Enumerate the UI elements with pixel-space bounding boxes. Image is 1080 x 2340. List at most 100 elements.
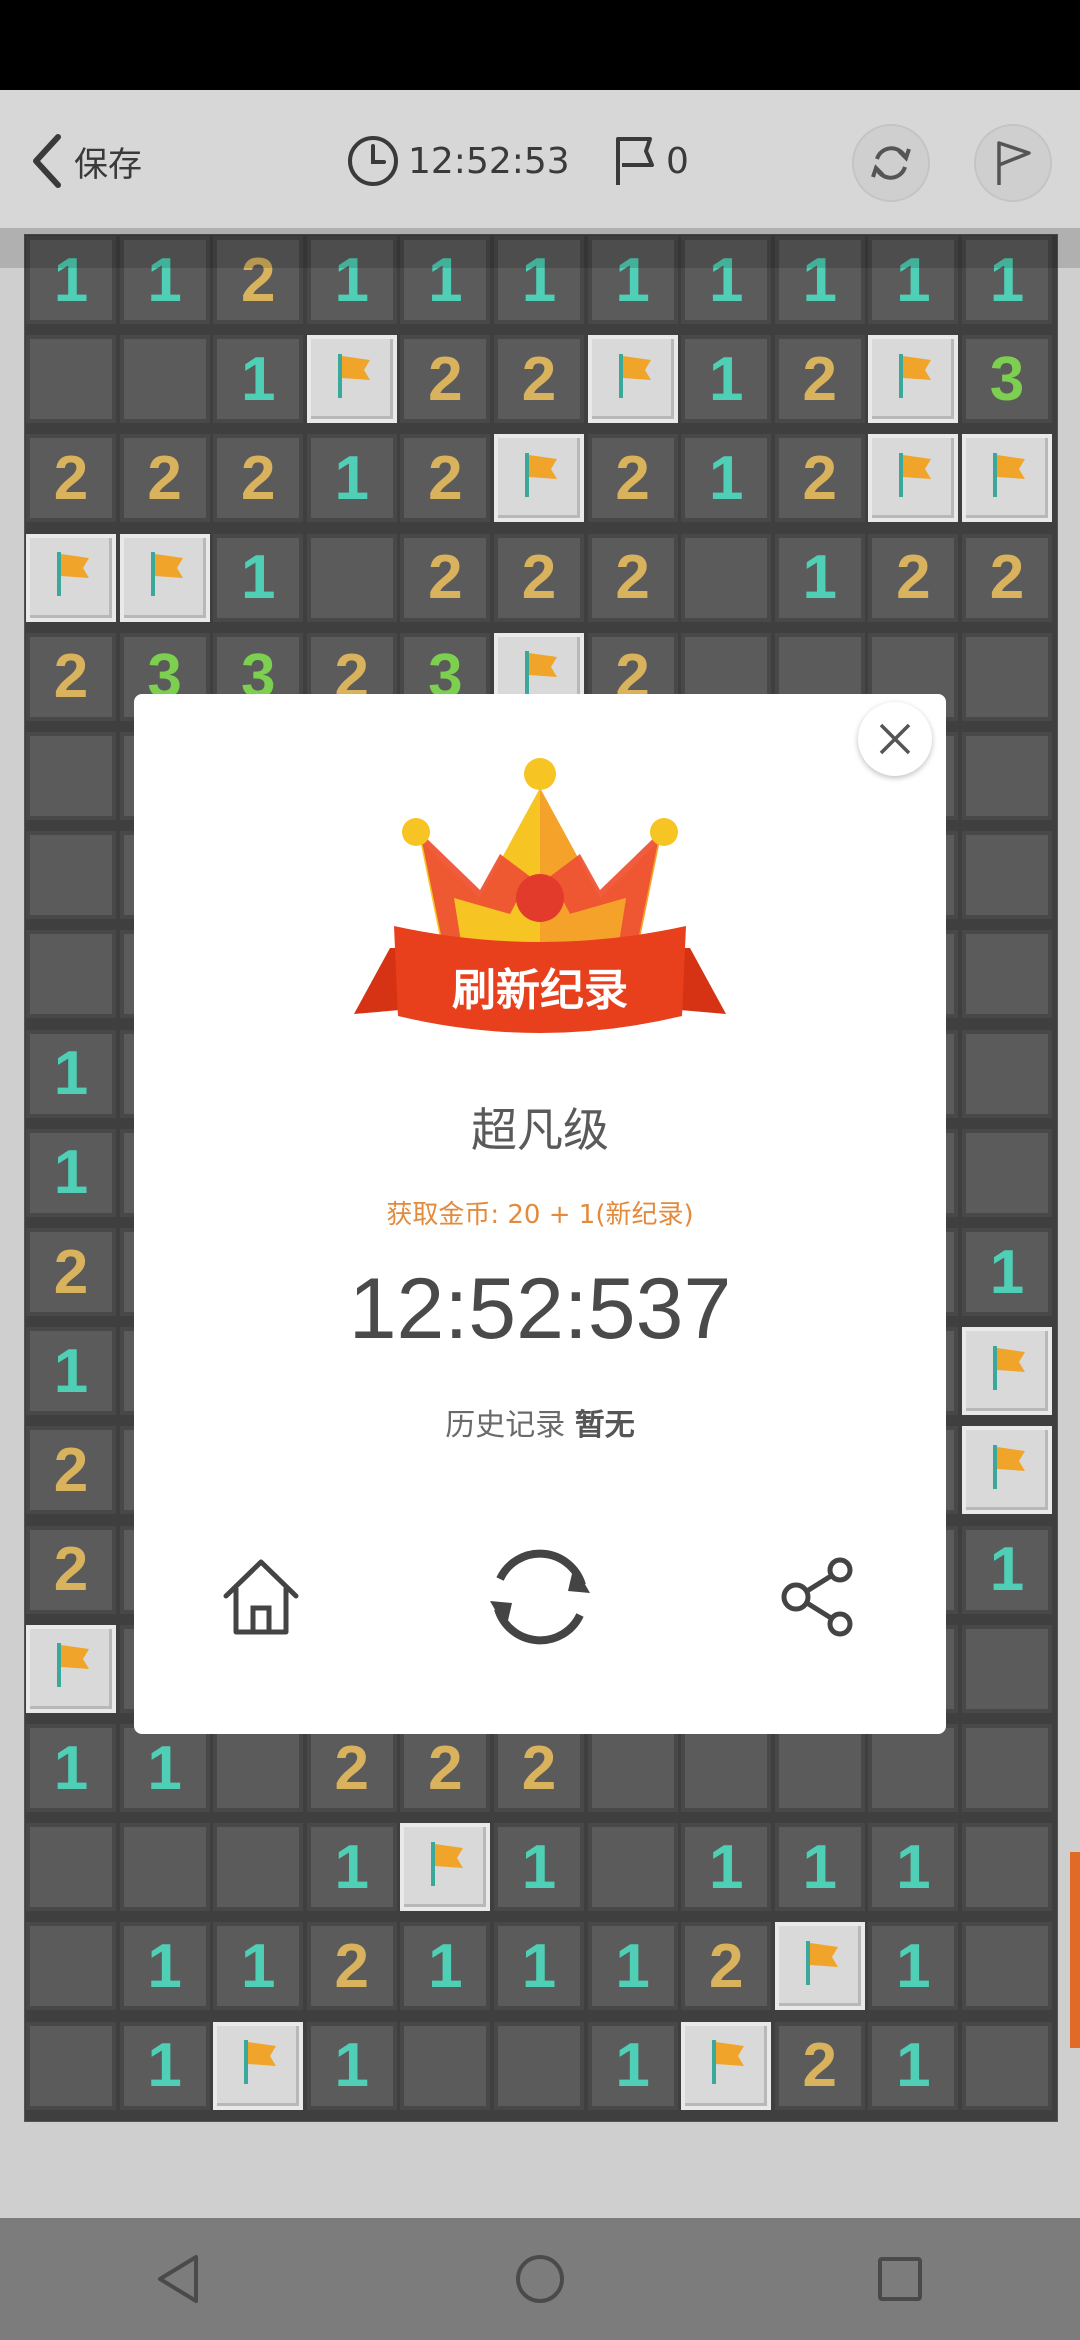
empty-cell[interactable] <box>962 732 1052 820</box>
flag-mode-button[interactable] <box>974 124 1052 202</box>
empty-cell[interactable] <box>962 2021 1052 2110</box>
number-cell[interactable]: 1 <box>306 434 397 523</box>
number-cell[interactable]: 2 <box>26 1228 116 1316</box>
number-cell[interactable]: 1 <box>962 1525 1052 1614</box>
empty-cell[interactable] <box>26 1922 116 2011</box>
flagged-cell[interactable] <box>962 1327 1052 1416</box>
home-button[interactable] <box>196 1532 326 1662</box>
number-cell[interactable]: 1 <box>587 1922 678 2011</box>
number-cell[interactable]: 2 <box>26 1426 116 1515</box>
share-button[interactable] <box>754 1532 884 1662</box>
empty-cell[interactable] <box>26 1823 116 1912</box>
empty-cell[interactable] <box>962 1128 1052 1217</box>
number-cell[interactable]: 1 <box>868 1922 959 2011</box>
empty-cell[interactable] <box>26 335 116 424</box>
number-cell[interactable]: 1 <box>213 533 304 622</box>
empty-cell[interactable] <box>962 632 1052 721</box>
empty-cell[interactable] <box>774 1724 865 1812</box>
empty-cell[interactable] <box>962 1823 1052 1912</box>
flagged-cell[interactable] <box>868 335 959 424</box>
number-cell[interactable]: 1 <box>306 2021 397 2110</box>
flagged-cell[interactable] <box>681 2021 772 2110</box>
nav-recents-button[interactable] <box>850 2229 950 2329</box>
back-button[interactable]: 保存 <box>28 126 142 196</box>
nav-back-button[interactable] <box>130 2229 230 2329</box>
number-cell[interactable]: 2 <box>868 533 959 622</box>
number-cell[interactable]: 1 <box>494 1922 584 2011</box>
flagged-cell[interactable] <box>494 434 584 523</box>
number-cell[interactable]: 2 <box>400 434 491 523</box>
number-cell[interactable]: 2 <box>26 632 116 721</box>
number-cell[interactable]: 1 <box>213 335 304 424</box>
empty-cell[interactable] <box>26 732 116 820</box>
replay-button[interactable] <box>475 1532 605 1662</box>
flagged-cell[interactable] <box>962 434 1052 523</box>
empty-cell[interactable] <box>306 533 397 622</box>
flagged-cell[interactable] <box>400 1823 491 1912</box>
number-cell[interactable]: 2 <box>494 533 584 622</box>
number-cell[interactable]: 2 <box>774 335 865 424</box>
number-cell[interactable]: 1 <box>681 335 772 424</box>
empty-cell[interactable] <box>962 930 1052 1019</box>
number-cell[interactable]: 2 <box>26 434 116 523</box>
empty-cell[interactable] <box>681 533 772 622</box>
number-cell[interactable]: 1 <box>587 2021 678 2110</box>
close-button[interactable] <box>858 702 932 776</box>
empty-cell[interactable] <box>587 1724 678 1812</box>
number-cell[interactable]: 1 <box>400 1922 491 2011</box>
empty-cell[interactable] <box>26 831 116 920</box>
scroll-indicator[interactable] <box>1070 1852 1080 2048</box>
flagged-cell[interactable] <box>213 2021 304 2110</box>
number-cell[interactable]: 2 <box>774 434 865 523</box>
number-cell[interactable]: 2 <box>681 1922 772 2011</box>
number-cell[interactable]: 2 <box>26 1525 116 1614</box>
number-cell[interactable]: 1 <box>26 1128 116 1217</box>
empty-cell[interactable] <box>494 2021 584 2110</box>
number-cell[interactable]: 2 <box>494 1724 584 1812</box>
number-cell[interactable]: 2 <box>306 1922 397 2011</box>
number-cell[interactable]: 1 <box>119 1724 210 1812</box>
flagged-cell[interactable] <box>868 434 959 523</box>
number-cell[interactable]: 2 <box>400 533 491 622</box>
number-cell[interactable]: 1 <box>962 1228 1052 1316</box>
number-cell[interactable]: 2 <box>306 1724 397 1812</box>
number-cell[interactable]: 1 <box>868 1823 959 1912</box>
number-cell[interactable]: 2 <box>119 434 210 523</box>
flagged-cell[interactable] <box>962 1426 1052 1515</box>
nav-home-button[interactable] <box>490 2229 590 2329</box>
number-cell[interactable]: 1 <box>306 1823 397 1912</box>
number-cell[interactable]: 1 <box>119 1922 210 2011</box>
empty-cell[interactable] <box>962 1922 1052 2011</box>
flagged-cell[interactable] <box>119 533 210 622</box>
flagged-cell[interactable] <box>26 1624 116 1713</box>
number-cell[interactable]: 1 <box>681 434 772 523</box>
empty-cell[interactable] <box>868 1724 959 1812</box>
number-cell[interactable]: 2 <box>587 533 678 622</box>
number-cell[interactable]: 1 <box>26 1327 116 1416</box>
number-cell[interactable]: 2 <box>400 1724 491 1812</box>
number-cell[interactable]: 1 <box>26 1029 116 1118</box>
empty-cell[interactable] <box>213 1823 304 1912</box>
number-cell[interactable]: 1 <box>26 1724 116 1812</box>
flagged-cell[interactable] <box>26 533 116 622</box>
empty-cell[interactable] <box>962 1029 1052 1118</box>
number-cell[interactable]: 2 <box>213 434 304 523</box>
number-cell[interactable]: 2 <box>400 335 491 424</box>
empty-cell[interactable] <box>119 335 210 424</box>
flagged-cell[interactable] <box>587 335 678 424</box>
number-cell[interactable]: 1 <box>213 1922 304 2011</box>
number-cell[interactable]: 1 <box>774 533 865 622</box>
empty-cell[interactable] <box>587 1823 678 1912</box>
flagged-cell[interactable] <box>306 335 397 424</box>
restart-button[interactable] <box>852 124 930 202</box>
number-cell[interactable]: 3 <box>962 335 1052 424</box>
flagged-cell[interactable] <box>774 1922 865 2011</box>
empty-cell[interactable] <box>681 1724 772 1812</box>
number-cell[interactable]: 2 <box>962 533 1052 622</box>
empty-cell[interactable] <box>962 1624 1052 1713</box>
empty-cell[interactable] <box>213 1724 304 1812</box>
empty-cell[interactable] <box>26 2021 116 2110</box>
empty-cell[interactable] <box>962 831 1052 920</box>
number-cell[interactable]: 2 <box>587 434 678 523</box>
empty-cell[interactable] <box>119 1823 210 1912</box>
